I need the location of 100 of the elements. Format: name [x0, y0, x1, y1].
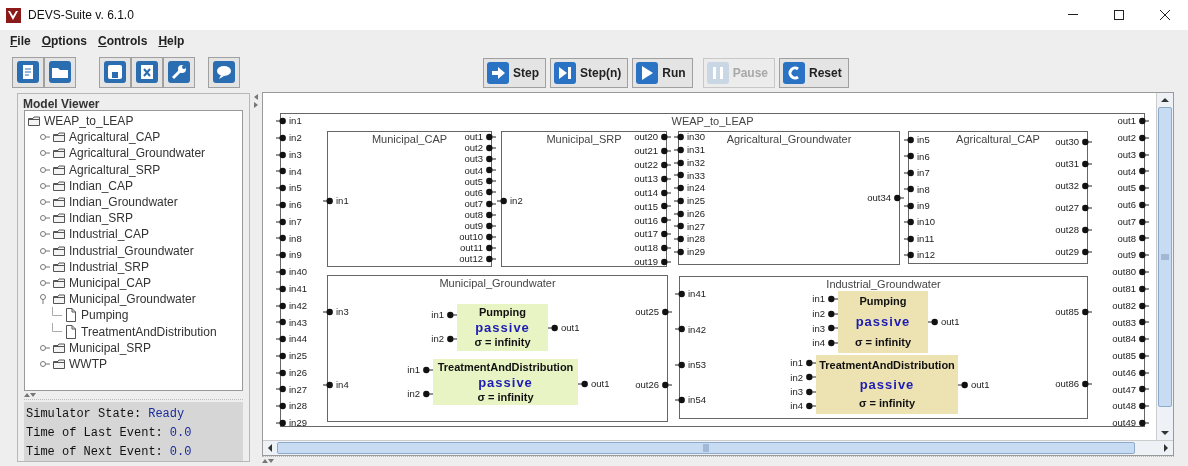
port-label: in43: [289, 317, 307, 328]
port-icon: [806, 386, 816, 397]
model-name: Pumping: [478, 306, 527, 318]
menu-item[interactable]: Controls: [98, 32, 148, 50]
port-icon: [486, 231, 496, 242]
port-label: out86: [1055, 379, 1079, 389]
port-icon: [675, 395, 685, 405]
port-label: out85: [1112, 351, 1136, 361]
tree-item[interactable]: Indian_Groundwater: [69, 196, 178, 209]
tree-item[interactable]: Municipal_SRP: [69, 341, 152, 354]
model-title: Municipal_SRP: [546, 134, 622, 145]
port-label: out8: [1117, 233, 1136, 244]
port-label: out1: [941, 317, 960, 327]
port-icon: [1139, 300, 1149, 311]
folder-icon: [53, 164, 65, 175]
scroll-thumb[interactable]: [277, 442, 1135, 454]
help-button[interactable]: [208, 56, 240, 88]
tree-item[interactable]: TreatmentAndDistribution: [81, 325, 217, 338]
port-icon: [674, 132, 684, 142]
port-label: in4: [336, 380, 349, 390]
port-label: in28: [687, 234, 705, 244]
port-icon: [894, 193, 904, 203]
port-icon: [1139, 132, 1149, 143]
save-button[interactable]: [99, 56, 131, 88]
menu-item[interactable]: File: [10, 32, 31, 50]
scroll-thumb[interactable]: [1158, 107, 1172, 407]
menu-item[interactable]: Options: [41, 32, 88, 50]
port-icon: [276, 199, 286, 210]
model-phase: passive: [475, 321, 530, 334]
menu-item[interactable]: Help: [158, 32, 185, 50]
new-file-button[interactable]: [12, 56, 44, 88]
port-icon: [548, 323, 558, 333]
status-value: Ready: [148, 406, 185, 423]
port-label: out49: [1112, 418, 1136, 428]
tree-item[interactable]: Agricaltural_SRP: [69, 163, 161, 176]
port-icon: [1139, 317, 1149, 328]
port-label: out2: [1117, 133, 1136, 143]
tree-item[interactable]: Industrial_Groundwater: [69, 244, 194, 257]
settings-button[interactable]: [163, 56, 195, 88]
tree-item[interactable]: Industrial_CAP: [69, 228, 150, 241]
port-icon: [1139, 367, 1149, 378]
reset-icon: [783, 62, 806, 84]
port-icon: [276, 233, 286, 244]
tree-item[interactable]: Municipal_CAP: [69, 276, 152, 289]
port-icon: [486, 254, 496, 264]
port-label: in2: [510, 196, 523, 206]
vertical-scrollbar[interactable]: [1156, 93, 1173, 440]
port-icon: [904, 151, 914, 162]
port-label: out5: [464, 176, 483, 187]
simulation-button[interactable]: Step(n): [550, 58, 629, 88]
port-icon: [276, 401, 286, 412]
tree-item[interactable]: Agricaltural_CAP: [69, 131, 161, 144]
port-label: in29: [687, 247, 705, 257]
port-label: in3: [790, 386, 803, 397]
step-n-icon: [554, 62, 576, 84]
open-button[interactable]: [44, 56, 76, 88]
port-icon: [674, 170, 684, 181]
port-icon: [276, 132, 286, 143]
port-icon: [1139, 183, 1149, 194]
port-icon: [1082, 307, 1092, 317]
split-divider[interactable]: [24, 391, 243, 400]
port-icon: [806, 358, 816, 368]
port-icon: [1082, 247, 1092, 257]
port-icon: [674, 247, 684, 257]
port-icon: [661, 215, 671, 226]
model-title: Municipal_Groundwater: [439, 278, 556, 289]
simulation-button[interactable]: Run: [632, 58, 693, 88]
tree-item[interactable]: WEAP_to_LEAP: [44, 115, 134, 128]
port-label: in1: [790, 358, 803, 368]
port-label: out48: [1112, 401, 1136, 411]
tree-item[interactable]: Agricaltural_Groundwater: [69, 147, 206, 160]
port-icon: [828, 308, 838, 319]
port-label: in41: [688, 289, 706, 299]
tree-item[interactable]: Indian_SRP: [69, 212, 134, 225]
tree-item[interactable]: Industrial_SRP: [69, 260, 150, 273]
collapse-arrows-icon: [24, 392, 36, 399]
splitter-arrows-icon[interactable]: [253, 94, 259, 108]
tree-item[interactable]: Indian_CAP: [69, 179, 134, 192]
model-title: Municipal_CAP: [371, 134, 448, 145]
port-icon: [661, 257, 671, 267]
simulation-button[interactable]: Step: [483, 58, 546, 88]
horizontal-scrollbar[interactable]: [263, 440, 1173, 455]
port-icon: [1082, 225, 1092, 235]
port-icon: [497, 196, 507, 206]
export-button[interactable]: [131, 56, 163, 88]
model-phase: passive: [478, 375, 533, 389]
tree-item[interactable]: Pumping: [81, 309, 129, 322]
port-label: out1: [971, 380, 990, 390]
tree-item[interactable]: WWTP: [69, 357, 107, 370]
port-label: out32: [1055, 181, 1079, 191]
port-label: in1: [336, 196, 349, 206]
port-label: in26: [687, 208, 705, 219]
port-label: out2: [464, 143, 483, 153]
port-label: out27: [1055, 203, 1079, 213]
simulation-button[interactable]: Reset: [779, 58, 849, 88]
port-icon: [276, 149, 286, 160]
port-label: in2: [407, 389, 420, 399]
port-icon: [276, 367, 286, 378]
tree-item[interactable]: Municipal_Groundwater: [69, 293, 196, 306]
port-label: out13: [634, 173, 658, 184]
